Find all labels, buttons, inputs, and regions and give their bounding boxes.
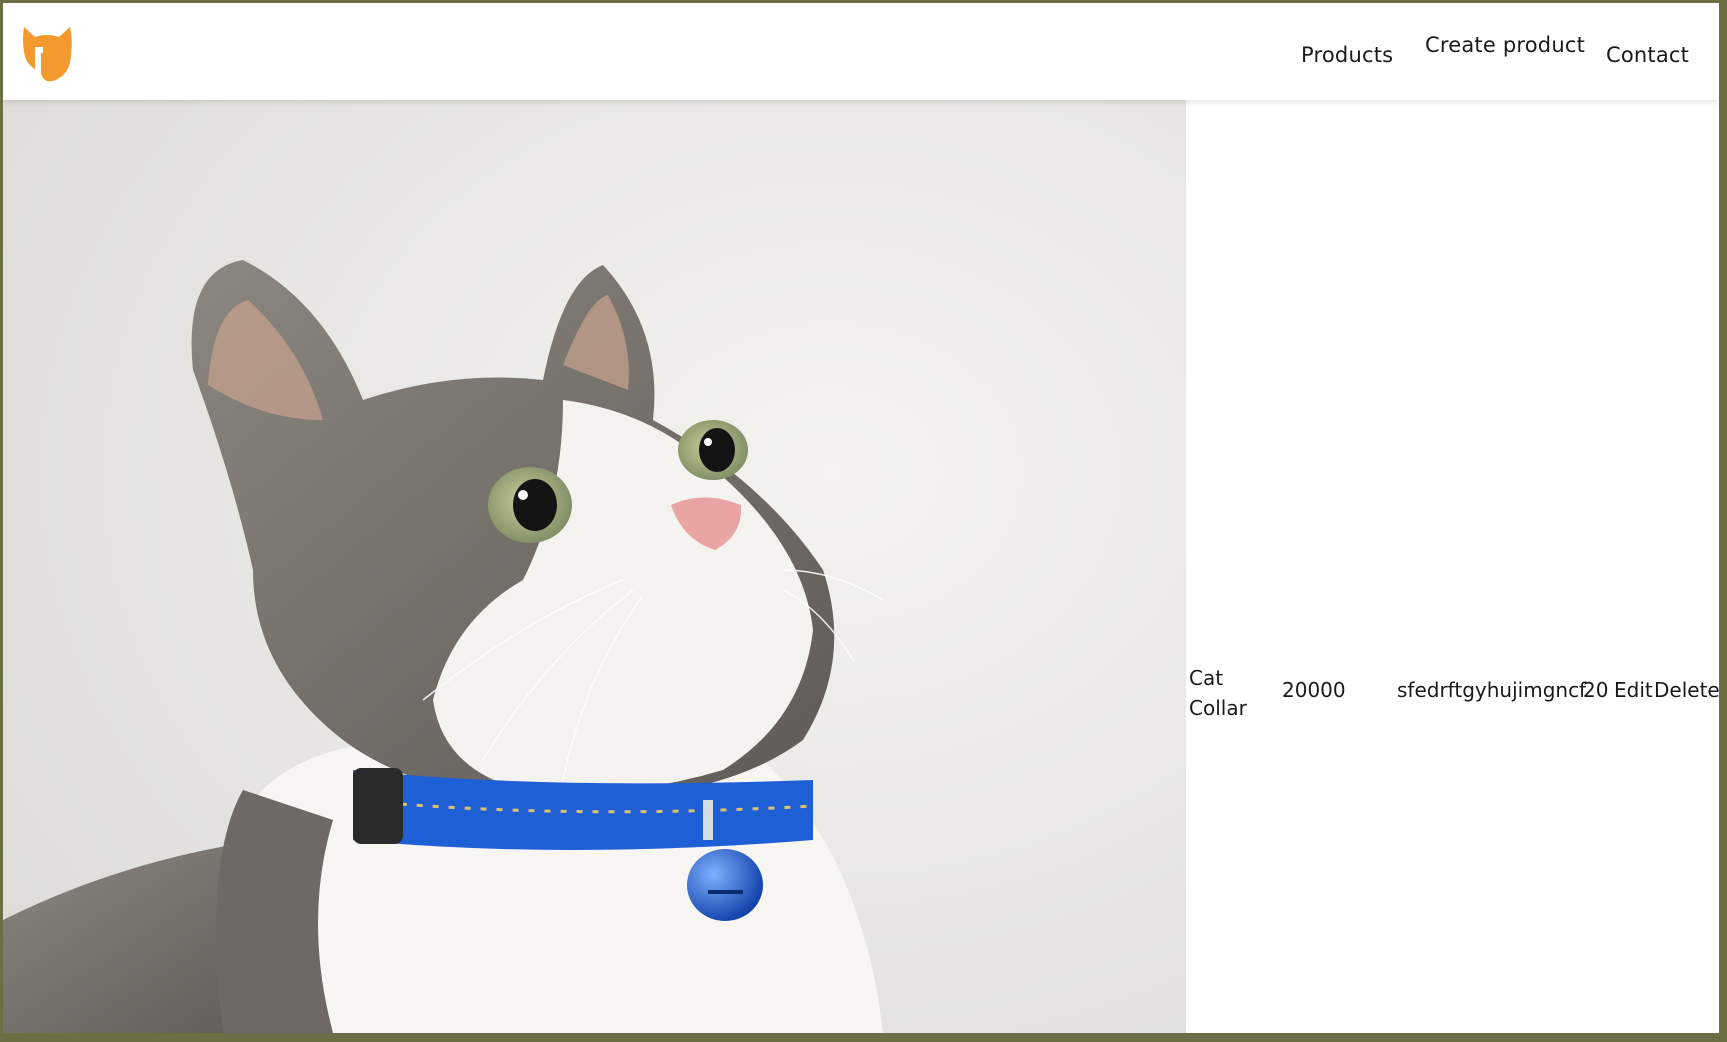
- product-quantity: 20: [1583, 678, 1609, 702]
- product-description: sfedrftgyhujimgncf: [1397, 678, 1587, 702]
- product-image: [3, 100, 1186, 1033]
- product-row: Cat Collar 20000 sfedrftgyhujimgncf 20 E…: [3, 100, 1719, 1033]
- cat-with-blue-collar-photo: [3, 100, 1186, 1033]
- nav-contact-link[interactable]: Contact: [1606, 43, 1689, 67]
- nav-products-link[interactable]: Products: [1301, 43, 1393, 67]
- edit-button[interactable]: Edit: [1614, 678, 1653, 702]
- nav-create-product-link[interactable]: Create product: [1425, 33, 1585, 57]
- product-price: 20000: [1282, 678, 1346, 702]
- delete-button[interactable]: Delete: [1654, 678, 1719, 702]
- product-name: Cat Collar: [1189, 666, 1247, 720]
- cat-head-icon[interactable]: [21, 23, 73, 83]
- site-header: Products Create product Contact: [3, 3, 1719, 100]
- browser-viewport: Products Create product Contact Cat Coll…: [3, 3, 1719, 1033]
